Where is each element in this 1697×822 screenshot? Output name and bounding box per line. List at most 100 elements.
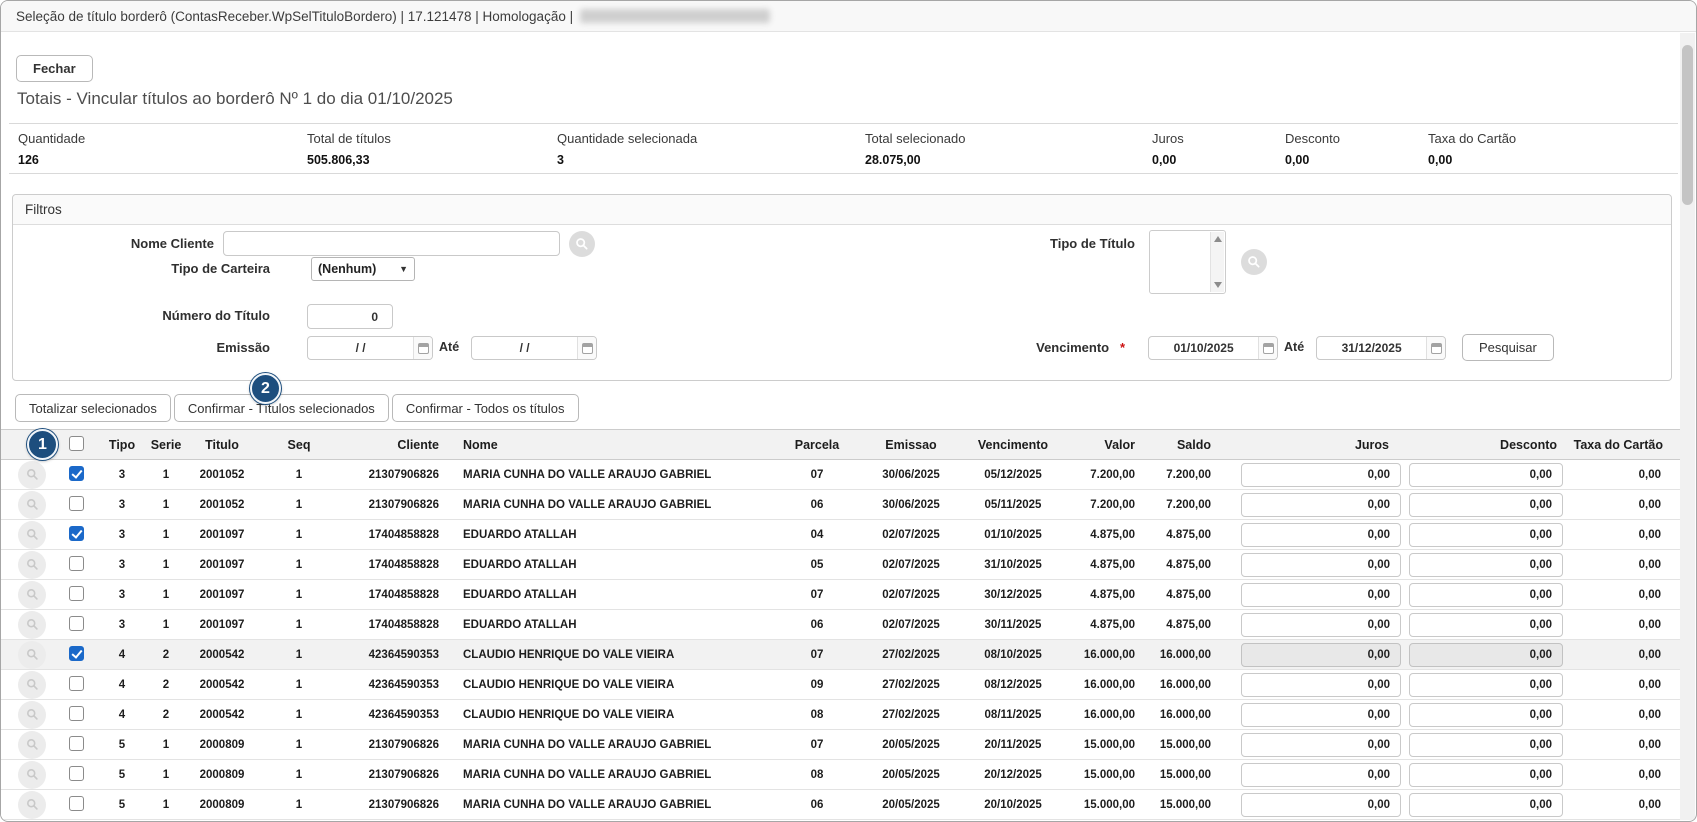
confirmar-todos-button[interactable]: Confirmar - Todos os títulos	[392, 394, 579, 422]
cell-nome: MARIA CUNHA DO VALLE ARAUJO GABRIEL	[439, 769, 779, 781]
vencimento-ate-field[interactable]	[1316, 336, 1446, 360]
cell-tipo: 3	[97, 559, 147, 571]
row-checkbox[interactable]	[69, 556, 84, 571]
confirmar-selecionados-button[interactable]: Confirmar - Títulos selecionados	[174, 394, 389, 422]
row-magnifier-icon[interactable]	[18, 791, 46, 819]
row-checkbox[interactable]	[69, 736, 84, 751]
row-magnifier-icon[interactable]	[18, 521, 46, 549]
fechar-button[interactable]: Fechar	[16, 55, 93, 82]
cell-serie: 1	[147, 529, 185, 541]
juros-input[interactable]	[1241, 463, 1401, 487]
cell-parcela: 05	[779, 559, 855, 571]
scroll-up-icon[interactable]	[1214, 236, 1222, 242]
juros-input[interactable]	[1241, 493, 1401, 517]
juros-input[interactable]	[1241, 793, 1401, 817]
vencimento-de-field[interactable]	[1148, 336, 1278, 360]
select-all-checkbox[interactable]	[69, 436, 84, 451]
table-row: 3 1 2001097 1 17404858828 EDUARDO ATALLA…	[1, 610, 1680, 640]
juros-input[interactable]	[1241, 763, 1401, 787]
calendar-icon[interactable]	[1426, 337, 1445, 359]
annotation-badge-2: 2	[250, 373, 281, 404]
cell-cliente: 42364590353	[339, 679, 439, 691]
row-magnifier-icon[interactable]	[18, 761, 46, 789]
row-magnifier-icon[interactable]	[18, 611, 46, 639]
table-row: 3 1 2001052 1 21307906826 MARIA CUNHA DO…	[1, 460, 1680, 490]
cell-tipo: 3	[97, 469, 147, 481]
desconto-input[interactable]	[1409, 463, 1563, 487]
tipo-carteira-select[interactable]: (Nenhum) ▼	[311, 257, 415, 281]
cell-taxa-cartao: 0,00	[1571, 469, 1673, 481]
row-magnifier-icon[interactable]	[18, 491, 46, 519]
vertical-scrollbar[interactable]	[1680, 33, 1695, 820]
row-checkbox[interactable]	[69, 706, 84, 721]
cell-nome: EDUARDO ATALLAH	[439, 619, 779, 631]
scroll-down-icon[interactable]	[1214, 282, 1222, 288]
row-checkbox[interactable]	[69, 766, 84, 781]
row-checkbox[interactable]	[69, 466, 84, 481]
desconto-input[interactable]	[1409, 763, 1563, 787]
row-magnifier-icon[interactable]	[18, 671, 46, 699]
row-magnifier-icon[interactable]	[18, 731, 46, 759]
cell-serie: 1	[147, 589, 185, 601]
desconto-input[interactable]	[1409, 553, 1563, 577]
juros-input[interactable]	[1241, 703, 1401, 727]
tipo-titulo-search-icon[interactable]	[1241, 249, 1267, 275]
juros-input[interactable]	[1241, 613, 1401, 637]
cell-saldo: 15.000,00	[1145, 739, 1221, 751]
row-checkbox[interactable]	[69, 646, 84, 661]
row-checkbox[interactable]	[69, 796, 84, 811]
row-magnifier-icon[interactable]	[18, 641, 46, 669]
col-nome: Nome	[439, 438, 779, 452]
row-checkbox[interactable]	[69, 526, 84, 541]
col-juros: Juros	[1221, 438, 1403, 452]
desconto-input[interactable]	[1409, 673, 1563, 697]
total-desconto: Desconto 0,00	[1285, 131, 1428, 173]
numero-titulo-label: Número do Título	[13, 308, 270, 323]
desconto-input[interactable]	[1409, 493, 1563, 517]
action-buttons: Totalizar selecionados Confirmar - Títul…	[15, 394, 579, 422]
tipo-titulo-listbox[interactable]	[1149, 230, 1226, 294]
row-checkbox[interactable]	[69, 616, 84, 631]
juros-input[interactable]	[1241, 733, 1401, 757]
desconto-input[interactable]	[1409, 643, 1563, 667]
row-magnifier-icon[interactable]	[18, 551, 46, 579]
juros-input[interactable]	[1241, 553, 1401, 577]
cell-titulo: 2001052	[185, 499, 259, 511]
scrollbar-thumb[interactable]	[1682, 45, 1693, 205]
col-vencimento: Vencimento	[967, 438, 1059, 452]
totalizar-selecionados-button[interactable]: Totalizar selecionados	[15, 394, 171, 422]
cell-valor: 7.200,00	[1059, 469, 1145, 481]
calendar-icon[interactable]	[1258, 337, 1277, 359]
cell-parcela: 07	[779, 589, 855, 601]
vencimento-ate-input[interactable]	[1317, 337, 1426, 359]
numero-titulo-input[interactable]	[307, 304, 393, 329]
row-checkbox[interactable]	[69, 676, 84, 691]
cell-taxa-cartao: 0,00	[1571, 529, 1673, 541]
row-checkbox[interactable]	[69, 586, 84, 601]
row-magnifier-icon[interactable]	[18, 581, 46, 609]
desconto-input[interactable]	[1409, 733, 1563, 757]
row-magnifier-icon[interactable]	[18, 461, 46, 489]
nome-cliente-search-icon[interactable]	[569, 231, 595, 257]
nome-cliente-input[interactable]	[223, 231, 560, 256]
juros-input[interactable]	[1241, 673, 1401, 697]
juros-input[interactable]	[1241, 523, 1401, 547]
desconto-input[interactable]	[1409, 703, 1563, 727]
table-row: 4 2 2000542 1 42364590353 CLÁUDIO HENRIQ…	[1, 670, 1680, 700]
cell-valor: 15.000,00	[1059, 799, 1145, 811]
pesquisar-button[interactable]: Pesquisar	[1462, 334, 1554, 361]
desconto-input[interactable]	[1409, 613, 1563, 637]
row-magnifier-icon[interactable]	[18, 701, 46, 729]
listbox-scrollbar[interactable]	[1210, 232, 1224, 292]
vencimento-de-input[interactable]	[1149, 337, 1258, 359]
cell-cliente: 21307906826	[339, 739, 439, 751]
totals-strip: Quantidade 126 Total de títulos 505.806,…	[9, 123, 1678, 174]
juros-input[interactable]	[1241, 643, 1401, 667]
cell-saldo: 4.875,00	[1145, 619, 1221, 631]
row-checkbox[interactable]	[69, 496, 84, 511]
desconto-input[interactable]	[1409, 793, 1563, 817]
desconto-input[interactable]	[1409, 583, 1563, 607]
juros-input[interactable]	[1241, 583, 1401, 607]
desconto-input[interactable]	[1409, 523, 1563, 547]
cell-vencimento: 08/10/2025	[967, 649, 1059, 661]
